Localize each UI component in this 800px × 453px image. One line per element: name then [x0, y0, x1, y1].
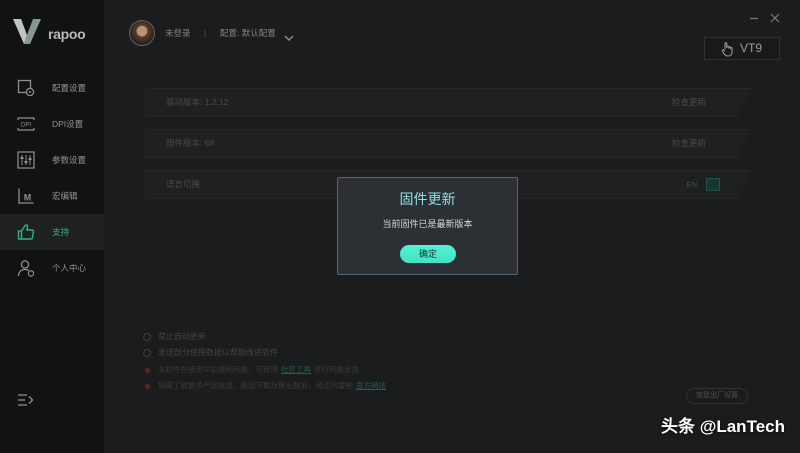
rapoo-driver-window: rapoo 配置设置 DPI DPI设置 参数设置 M 宏编辑 支持 个人中心 … — [0, 0, 800, 453]
confirm-button[interactable]: 确定 — [400, 245, 456, 263]
watermark: 头条 @LanTech — [661, 417, 785, 436]
dialog-message: 当前固件已是最新版本 — [382, 219, 473, 229]
dialog-title: 固件更新 — [399, 191, 456, 207]
firmware-update-dialog: 固件更新 当前固件已是最新版本 确定 — [337, 177, 518, 275]
